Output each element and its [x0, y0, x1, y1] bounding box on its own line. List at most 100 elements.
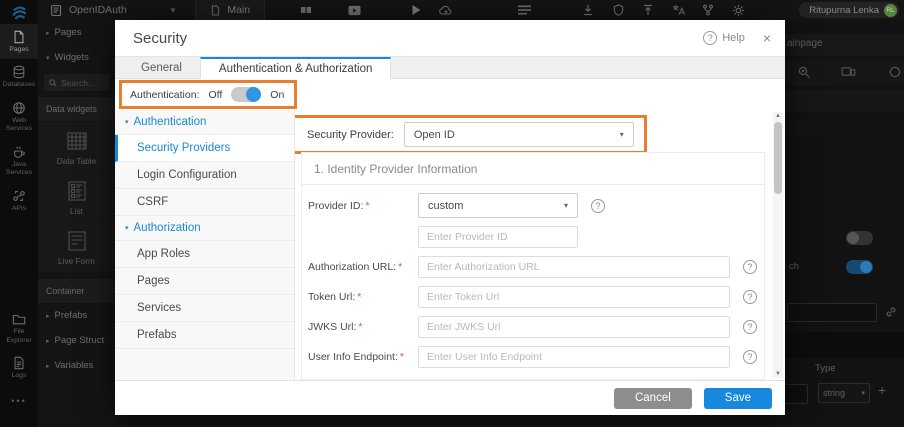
- cloud-deploy-icon[interactable]: [431, 5, 461, 16]
- bind-link-icon[interactable]: [885, 306, 897, 318]
- help-circle-icon: ?: [703, 31, 718, 45]
- authentication-toggle[interactable]: [231, 87, 262, 102]
- user-info-endpoint-input[interactable]: [418, 346, 730, 368]
- security-shield-icon[interactable]: [603, 4, 633, 16]
- widget-label: List: [70, 206, 83, 216]
- security-provider-select[interactable]: Open ID ▾: [403, 122, 634, 147]
- form-row-user-info-endpoint: User Info Endpoint:* ?: [302, 346, 764, 368]
- help-circle-icon[interactable]: ?: [591, 198, 605, 213]
- chevron-down-icon: ▾: [125, 225, 129, 232]
- rail-item-java-services[interactable]: Java Services: [0, 139, 38, 183]
- nav-item-pages[interactable]: Pages: [115, 268, 294, 295]
- required-asterisk: *: [365, 199, 370, 212]
- search-icon: [49, 78, 57, 87]
- app-logo-icon[interactable]: [0, 0, 38, 24]
- zoom-cancel-icon[interactable]: [798, 66, 811, 79]
- scroll-down-icon[interactable]: ▼: [773, 371, 783, 377]
- coffee-cup-icon: [14, 146, 25, 158]
- rail-item-file-explorer[interactable]: File Explorer: [0, 306, 38, 350]
- widget-live-form[interactable]: Live Form: [38, 222, 115, 271]
- toggle-off-label: Off: [208, 88, 223, 101]
- add-param-button[interactable]: +: [878, 382, 886, 398]
- scrollbar-thumb[interactable]: [774, 122, 782, 194]
- tree-item-page-structure[interactable]: ▸ Page Struct: [38, 328, 115, 353]
- help-circle-icon[interactable]: ?: [743, 320, 757, 334]
- rail-item-logs[interactable]: Logs: [0, 350, 38, 385]
- page-tab-main[interactable]: Main: [195, 0, 266, 20]
- rail-item-web-services[interactable]: Web Services: [0, 95, 38, 139]
- widget-search-input[interactable]: Search...: [44, 74, 109, 91]
- provider-id-input[interactable]: [418, 226, 578, 248]
- security-provider-highlight-box: Security Provider: Open ID ▾: [295, 115, 647, 154]
- security-dialog: Security ? Help × General Authentication…: [115, 20, 785, 415]
- jwks-url-input[interactable]: [418, 316, 730, 338]
- orientation-icon[interactable]: [889, 66, 901, 78]
- form-row-provider-id: Provider ID: * custom ▾ ?: [302, 193, 764, 218]
- chevron-down-icon: ▾: [861, 390, 865, 397]
- tab-authentication-authorization[interactable]: Authentication & Authorization: [199, 57, 392, 79]
- dialog-body: ▾ Authentication Security Providers Logi…: [115, 110, 785, 380]
- tree-item-variables[interactable]: ▸ Variables: [38, 353, 115, 378]
- help-circle-icon[interactable]: ?: [743, 350, 757, 364]
- project-icon: [51, 4, 62, 16]
- widget-list[interactable]: List: [38, 172, 115, 221]
- type-select[interactable]: string ▾: [818, 383, 870, 403]
- property-input[interactable]: [787, 303, 877, 322]
- device-preview-icon[interactable]: [841, 66, 856, 77]
- nav-section-authorization[interactable]: ▾ Authorization: [115, 216, 294, 241]
- content-scrollbar[interactable]: ▲ ▼: [773, 112, 783, 378]
- run-play-icon[interactable]: [401, 4, 431, 16]
- help-button[interactable]: ? Help: [703, 31, 745, 45]
- nav-section-authentication[interactable]: ▾ Authentication: [115, 110, 294, 135]
- help-circle-icon[interactable]: ?: [743, 260, 757, 274]
- nav-item-login-configuration[interactable]: Login Configuration: [115, 162, 294, 189]
- provider-id-select[interactable]: custom ▾: [418, 193, 578, 218]
- toggle-knob: [860, 261, 872, 273]
- nav-item-prefabs[interactable]: Prefabs: [115, 322, 294, 349]
- property-toggle-on[interactable]: [846, 260, 873, 274]
- property-toggle-off[interactable]: [846, 231, 873, 245]
- close-icon[interactable]: ×: [763, 30, 771, 46]
- rail-item-pages[interactable]: Pages: [0, 24, 38, 60]
- tab-general[interactable]: General: [123, 57, 200, 78]
- tree-item-widgets[interactable]: ▾ Widgets: [38, 45, 115, 70]
- scroll-up-icon[interactable]: ▲: [773, 113, 783, 119]
- field-label: User Info Endpoint: *: [308, 351, 418, 363]
- authorization-url-input[interactable]: [418, 256, 730, 278]
- dialog-title: Security: [133, 29, 188, 47]
- toggle-knob: [847, 232, 859, 244]
- cancel-button[interactable]: Cancel: [613, 387, 692, 409]
- widget-data-table[interactable]: Data Table: [38, 122, 115, 171]
- widgets-panel: ▸ Pages ▾ Widgets Search... Data widgets…: [38, 20, 115, 427]
- user-menu[interactable]: Ritupurna Lenka RL: [799, 2, 899, 18]
- chevron-right-icon: ▸: [46, 337, 50, 345]
- field-label-text: Token Url:: [308, 291, 356, 303]
- nav-section-label: Authentication: [133, 116, 207, 128]
- tree-item-pages[interactable]: ▸ Pages: [38, 20, 115, 45]
- save-button[interactable]: Save: [703, 387, 772, 409]
- project-switcher[interactable]: OpenIDAuth: [50, 4, 127, 17]
- nav-item-services[interactable]: Services: [115, 295, 294, 322]
- canvas-section-band: [770, 332, 904, 358]
- rail-overflow-dots[interactable]: •••: [0, 396, 38, 406]
- tree-item-prefabs[interactable]: ▸ Prefabs: [38, 303, 115, 328]
- nav-item-csrf[interactable]: CSRF: [115, 189, 294, 216]
- rail-item-label: Web Services: [5, 116, 33, 133]
- chevron-down-icon[interactable]: ▾: [171, 5, 176, 16]
- layout-columns-icon[interactable]: [291, 4, 321, 16]
- download-icon[interactable]: [573, 4, 603, 16]
- menu-list-icon[interactable]: [509, 5, 539, 15]
- version-branch-icon[interactable]: [693, 4, 723, 16]
- settings-gear-icon[interactable]: [723, 4, 753, 17]
- upload-export-icon[interactable]: [633, 4, 663, 16]
- chevron-down-icon: ▾: [46, 54, 50, 62]
- token-url-input[interactable]: [418, 286, 730, 308]
- nav-item-app-roles[interactable]: App Roles: [115, 241, 294, 268]
- rail-item-apis[interactable]: APIs: [0, 183, 38, 218]
- help-circle-icon[interactable]: ?: [743, 290, 757, 304]
- video-tutorial-icon[interactable]: [339, 5, 369, 16]
- rail-item-databases[interactable]: Databases: [0, 59, 38, 94]
- project-name: OpenIDAuth: [69, 4, 127, 16]
- nav-item-security-providers[interactable]: Security Providers: [115, 135, 294, 162]
- translate-icon[interactable]: [663, 4, 693, 16]
